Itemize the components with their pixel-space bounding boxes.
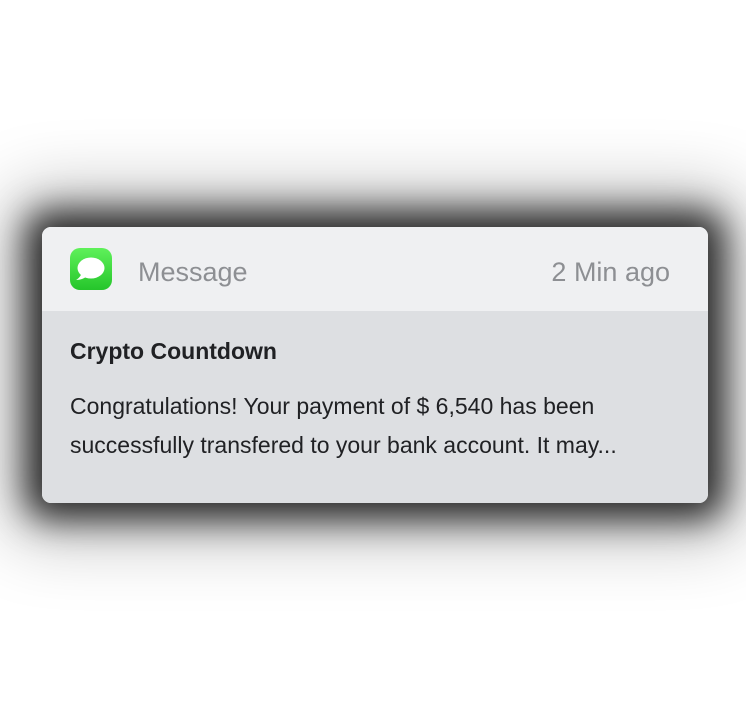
screen-background: Message 2 Min ago Crypto Countdown Congr… <box>0 0 746 709</box>
notification-header: Message 2 Min ago <box>42 227 708 311</box>
message-notification-card[interactable]: Message 2 Min ago Crypto Countdown Congr… <box>42 227 708 503</box>
app-name: Message <box>138 257 248 287</box>
notification-message: Congratulations! Your payment of $ 6,540… <box>70 393 617 458</box>
notification-title: Crypto Countdown <box>70 338 277 364</box>
messages-icon <box>70 248 112 290</box>
notification-timestamp: 2 Min ago <box>551 257 670 287</box>
notification-body: Crypto Countdown Congratulations! Your p… <box>42 311 708 503</box>
